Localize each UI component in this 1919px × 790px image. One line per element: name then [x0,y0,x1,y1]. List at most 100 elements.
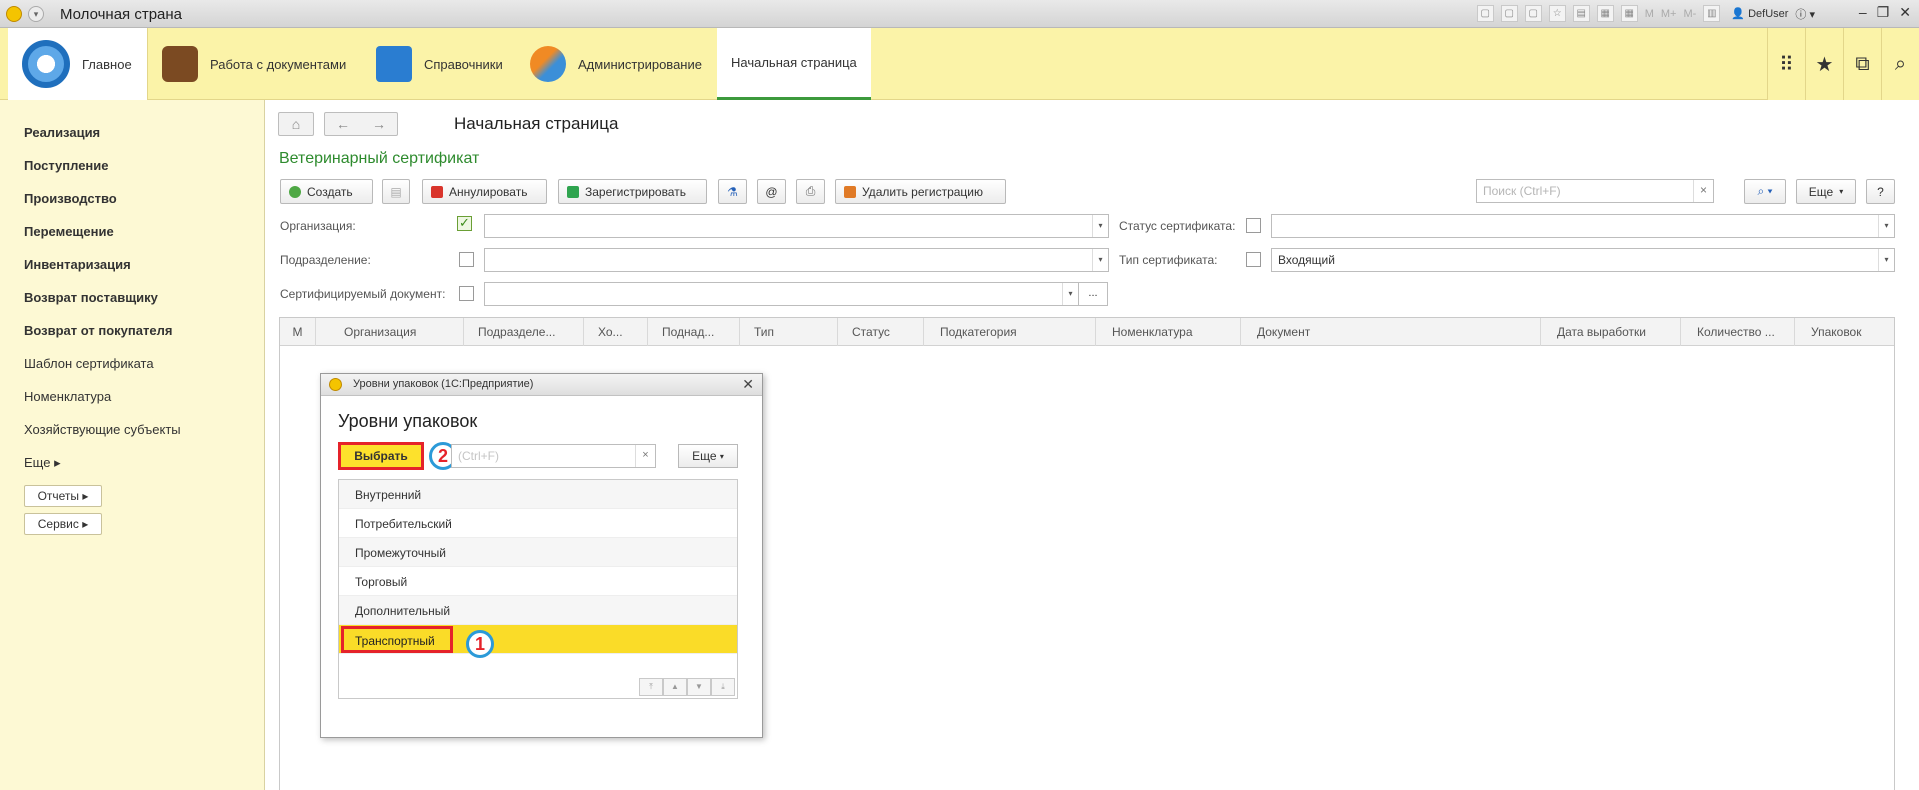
star-icon[interactable]: ★ [1805,28,1843,100]
nav-item-receipt[interactable]: Поступление [0,149,264,182]
service-button[interactable]: Сервис ▸ [24,513,102,535]
search-clear-icon[interactable]: × [1693,180,1713,202]
home-button[interactable]: ⌂ [278,112,314,136]
dropdown-icon[interactable]: ▾ [1062,283,1078,305]
print-button[interactable]: ⎙ [796,179,825,204]
minimize-icon[interactable]: – [1859,4,1867,21]
list-item[interactable]: Торговый [339,567,737,596]
info-icon[interactable]: ⓘ ▾ [1795,6,1815,22]
department-checkbox[interactable] [459,252,474,267]
dropdown-icon[interactable]: ▾ [1092,249,1108,271]
dialog-search-input[interactable]: (Ctrl+F) × [451,444,656,468]
column-department[interactable]: Подразделе... [464,318,584,346]
organization-checkbox[interactable]: ✓ [457,216,472,231]
column-quantity[interactable]: Количество ... [1681,318,1795,346]
nav-item-business-entities[interactable]: Хозяйствующие субъекты [0,413,264,446]
tab-home-page[interactable]: Начальная страница [717,28,871,100]
list-search-input[interactable]: Поиск (Ctrl+F) × [1476,179,1714,203]
list-item[interactable]: Потребительский [339,509,737,538]
preview-icon[interactable]: ▢ [1524,5,1542,22]
delete-registration-button[interactable]: Удалить регистрацию [835,179,1006,204]
department-field[interactable]: ▾ [484,248,1109,272]
annul-button[interactable]: Аннулировать [422,179,547,204]
nav-item-inventory[interactable]: Инвентаризация [0,248,264,281]
column-m[interactable]: М [280,318,316,346]
search-clear-icon[interactable]: × [635,445,655,467]
dropdown-icon[interactable]: ▾ [1878,215,1894,237]
calculator-icon[interactable]: ▦ [1596,5,1614,22]
restore-icon[interactable]: ❐ [1877,4,1890,21]
column-nomenclature[interactable]: Номенклатура [1096,318,1241,346]
column-packages[interactable]: Упаковок [1795,318,1896,346]
column-production-date[interactable]: Дата выработки [1541,318,1681,346]
microscope-button[interactable]: ⚗ [718,179,747,204]
list-item-selected[interactable]: Транспортный [339,625,737,654]
column-type[interactable]: Тип [740,318,838,346]
search-options-button[interactable]: ⌕ ▾ [1744,179,1786,204]
nav-item-nomenclature[interactable]: Номенклатура [0,380,264,413]
list-item[interactable]: Промежуточный [339,538,737,567]
certificate-status-checkbox[interactable] [1246,218,1261,233]
certificate-type-checkbox[interactable] [1246,252,1261,267]
user-name[interactable]: 👤 DefUser [1731,7,1788,20]
memory-m-plus[interactable]: M+ [1661,8,1677,20]
list-item[interactable]: Дополнительный [339,596,737,625]
section-documents[interactable]: Работа с документами [148,28,360,100]
column-supervised[interactable]: Поднад... [648,318,740,346]
select-dots-button[interactable]: ... [1078,282,1108,306]
nav-item-certificate-template[interactable]: Шаблон сертификата [0,347,264,380]
section-admin[interactable]: Администрирование [516,28,716,100]
main-menu-icon[interactable]: ▾ [28,6,44,22]
back-arrow-icon[interactable]: ← [336,116,350,132]
certificate-type-field[interactable]: Входящий ▾ [1271,248,1895,272]
reports-button[interactable]: Отчеты ▸ [24,485,102,507]
scroll-down-icon[interactable]: ▼ [687,678,711,696]
forward-arrow-icon[interactable]: → [372,116,386,132]
dropdown-icon[interactable]: ▾ [1092,215,1108,237]
scroll-up-icon[interactable]: ▲ [663,678,687,696]
memory-m-minus[interactable]: M- [1683,8,1696,20]
column-organization[interactable]: Организация [316,318,464,346]
nav-item-sales[interactable]: Реализация [0,116,264,149]
dropdown-icon[interactable]: ▾ [1878,249,1894,271]
email-button[interactable]: @ [757,179,786,204]
section-main[interactable]: Главное [8,28,148,100]
packaging-levels-list[interactable]: Внутренний Потребительский Промежуточный… [338,479,738,699]
paste-icon[interactable]: ▢ [1500,5,1518,22]
search-icon[interactable]: ⌕ [1881,28,1919,100]
column-document[interactable]: Документ [1241,318,1541,346]
calendar-icon[interactable]: ▦ [1620,5,1638,22]
close-icon[interactable]: ✕ [742,376,754,393]
nav-item-transfer[interactable]: Перемещение [0,215,264,248]
register-button[interactable]: Зарегистрировать [558,179,707,204]
grid-menu-icon[interactable]: ⠿ [1767,28,1805,100]
nav-item-more[interactable]: Еще ▸ [0,446,264,479]
nav-item-return-from-buyer[interactable]: Возврат от покупателя [0,314,264,347]
copy-button[interactable]: ▤ [382,179,410,204]
help-button[interactable]: ? [1866,179,1895,204]
certified-document-field[interactable]: ▾ ... [484,282,1108,306]
column-status[interactable]: Статус [838,318,924,346]
create-button[interactable]: Создать [280,179,373,204]
nav-item-production[interactable]: Производство [0,182,264,215]
nav-item-return-to-supplier[interactable]: Возврат поставщику [0,281,264,314]
history-icon[interactable]: ▤ [1572,5,1590,22]
organization-field[interactable]: ▾ [484,214,1109,238]
copy-icon[interactable]: ▢ [1476,5,1494,22]
scroll-top-icon[interactable]: ⤒ [639,678,663,696]
certificate-status-field[interactable]: ▾ [1271,214,1895,238]
more-button[interactable]: Еще ▾ [1796,179,1856,204]
close-icon[interactable]: ✕ [1899,4,1911,21]
certified-document-checkbox[interactable] [459,286,474,301]
history-panel-icon[interactable]: ⧉ [1843,28,1881,100]
scroll-bottom-icon[interactable]: ⤓ [711,678,735,696]
column-subcategory[interactable]: Подкатегория [924,318,1096,346]
favorite-icon[interactable]: ☆ [1548,5,1566,22]
select-button[interactable]: Выбрать [338,442,424,470]
panel-icon[interactable]: ▥ [1703,5,1721,22]
list-item[interactable]: Внутренний [339,480,737,509]
column-owner[interactable]: Хо... [584,318,648,346]
dialog-more-button[interactable]: Еще ▾ [678,444,738,468]
section-references[interactable]: Справочники [362,28,517,100]
memory-m[interactable]: M [1645,8,1654,20]
